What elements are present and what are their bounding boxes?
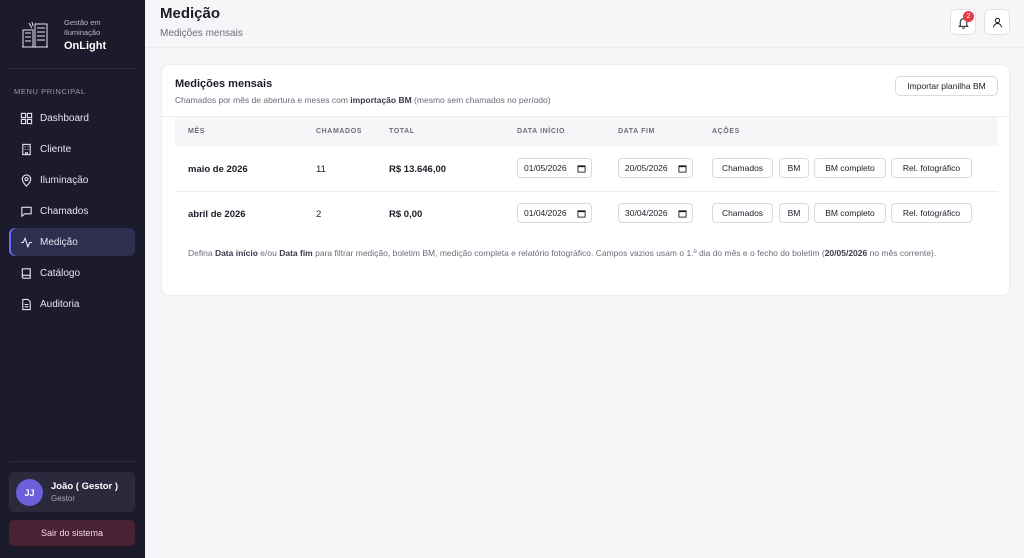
menu-title: MENU PRINCIPAL — [14, 87, 86, 96]
sidebar-item-medicao[interactable]: Medição — [9, 228, 135, 256]
building-icon — [22, 143, 31, 155]
sidebar-item-label: Cliente — [40, 143, 72, 155]
sidebar-item-label: Chamados — [40, 205, 89, 217]
header-divider — [145, 47, 1024, 48]
map-pin-icon — [21, 173, 32, 187]
card-title: Medições mensais — [175, 78, 273, 90]
row-calls: 11 — [316, 164, 326, 175]
brand[interactable]: Gestão em Iluminação OnLight — [20, 16, 140, 56]
sidebar-item-auditoria[interactable]: Auditoria — [9, 290, 135, 318]
sidebar-item-label: Iluminação — [40, 174, 89, 186]
notification-badge: 2 — [963, 11, 974, 22]
book-icon — [21, 267, 31, 279]
calendar-icon[interactable] — [678, 164, 687, 173]
column-header-actions: AÇÕES — [712, 128, 740, 135]
calendar-icon[interactable] — [678, 209, 687, 218]
end-date-input[interactable]: 30/04/2026 — [618, 203, 693, 223]
row-total: R$ 0,00 — [389, 209, 423, 220]
monthly-measurements-card: Medições mensais Chamados por mês de abe… — [161, 64, 1010, 296]
user-role: Gestor — [51, 494, 76, 503]
file-icon — [22, 298, 31, 310]
activity-icon — [20, 236, 33, 248]
bm-button[interactable]: BM — [779, 158, 809, 178]
bm-button[interactable]: BM — [779, 203, 809, 223]
calls-button[interactable]: Chamados — [712, 203, 773, 223]
import-bm-button[interactable]: Importar planilha BM — [895, 76, 998, 96]
sidebar-item-label: Medição — [40, 236, 78, 248]
row-month: abril de 2026 — [188, 209, 246, 220]
sidebar: Gestão em Iluminação OnLight MENU PRINCI… — [0, 0, 145, 558]
sidebar-item-label: Auditoria — [40, 298, 80, 310]
calendar-icon[interactable] — [577, 164, 586, 173]
card-description: Chamados por mês de abertura e meses com… — [175, 95, 551, 105]
photo-report-button[interactable]: Rel. fotográfico — [891, 203, 972, 223]
photo-report-button[interactable]: Rel. fotográfico — [891, 158, 972, 178]
column-header-total: TOTAL — [389, 128, 415, 135]
sidebar-divider — [9, 68, 136, 69]
filter-note: Defina Data início e/ou Data fim para fi… — [188, 248, 937, 258]
sidebar-item-chamados[interactable]: Chamados — [9, 197, 135, 225]
grid-icon — [20, 112, 33, 124]
table-header: MÊS CHAMADOS TOTAL DATA INÍCIO DATA FIM … — [175, 117, 998, 146]
page-subtitle: Medições mensais — [160, 28, 243, 39]
sidebar-item-label: Catálogo — [40, 267, 81, 279]
logo-icon — [22, 21, 48, 48]
sidebar-divider — [9, 461, 136, 462]
sidebar-item-dashboard[interactable]: Dashboard — [9, 104, 135, 132]
calendar-icon[interactable] — [577, 209, 586, 218]
sidebar-item-catalogo[interactable]: Catálogo — [9, 259, 135, 287]
column-header-end-date: DATA FIM — [618, 128, 655, 135]
page-title: Medição — [160, 5, 221, 22]
table-row: maio de 2026 11 R$ 13.646,00 01/05/2026 … — [175, 146, 998, 191]
brand-subtitle: Gestão em Iluminação — [64, 18, 101, 37]
column-header-calls: CHAMADOS — [316, 128, 363, 135]
start-date-input[interactable]: 01/05/2026 — [517, 158, 592, 178]
start-date-input[interactable]: 01/04/2026 — [517, 203, 592, 223]
brand-name: OnLight — [64, 40, 107, 52]
bm-complete-button[interactable]: BM completo — [814, 203, 886, 223]
bm-complete-button[interactable]: BM completo — [814, 158, 886, 178]
calls-button[interactable]: Chamados — [712, 158, 773, 178]
column-header-month: MÊS — [188, 128, 205, 135]
user-name: João ( Gestor ) — [51, 481, 119, 492]
avatar: JJ — [16, 479, 43, 506]
sidebar-item-label: Dashboard — [40, 112, 89, 124]
user-icon — [992, 17, 1002, 27]
row-calls: 2 — [316, 209, 322, 220]
profile-button[interactable] — [984, 9, 1010, 35]
user-card[interactable]: JJ João ( Gestor ) Gestor — [9, 472, 135, 512]
end-date-input[interactable]: 20/05/2026 — [618, 158, 693, 178]
column-header-start-date: DATA INÍCIO — [517, 128, 566, 135]
sidebar-item-cliente[interactable]: Cliente — [9, 135, 135, 163]
chat-icon — [21, 206, 32, 217]
sidebar-item-iluminacao[interactable]: Iluminação — [9, 166, 135, 194]
notifications-button[interactable]: 2 — [950, 9, 976, 35]
logout-button[interactable]: Sair do sistema — [9, 520, 135, 546]
table-row: abril de 2026 2 R$ 0,00 01/04/2026 30/04… — [175, 192, 998, 237]
row-total: R$ 13.646,00 — [389, 164, 447, 175]
row-month: maio de 2026 — [188, 164, 248, 175]
